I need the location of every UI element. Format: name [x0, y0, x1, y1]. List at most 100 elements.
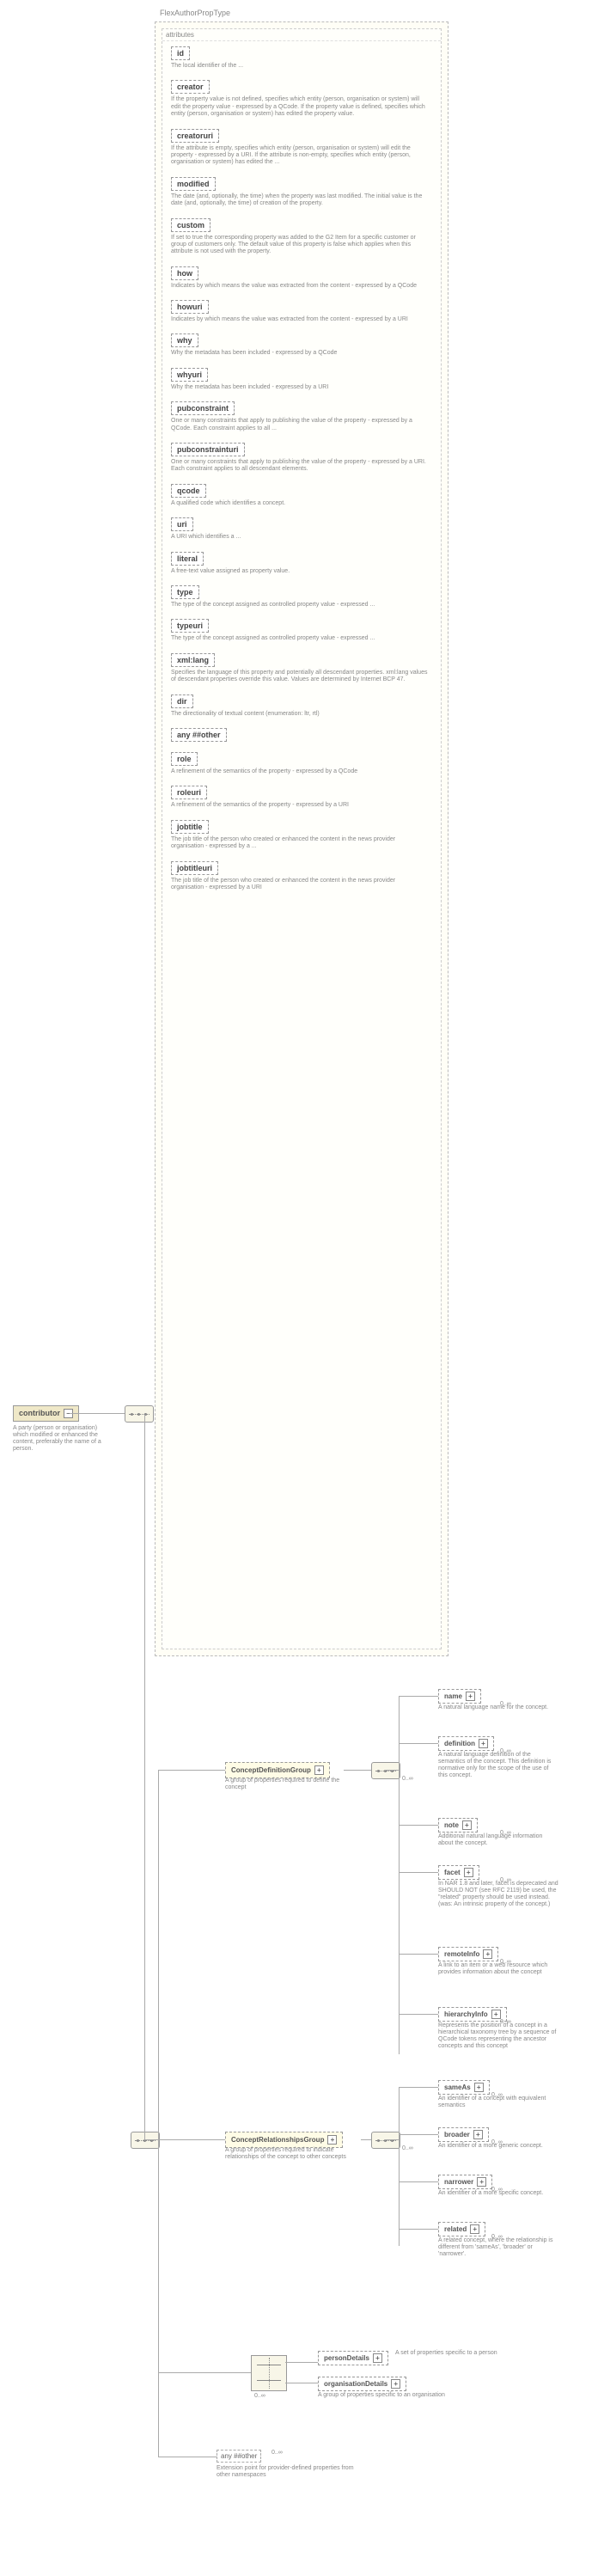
attr-how: howIndicates by which means the value wa… — [171, 266, 432, 290]
attr-desc: Why the metadata has been included - exp… — [171, 384, 429, 391]
attr-name[interactable]: type — [171, 585, 199, 599]
attr-name[interactable]: custom — [171, 218, 210, 232]
attr-name[interactable]: xml:lang — [171, 653, 215, 667]
node-name[interactable]: name+ — [438, 1689, 481, 1704]
attr-desc: The directionality of textual content (e… — [171, 711, 429, 718]
attr-name[interactable]: role — [171, 752, 198, 766]
count-cdef: 0..∞ — [402, 1776, 413, 1782]
attr-name[interactable]: why — [171, 333, 198, 347]
attr-name[interactable]: creator — [171, 80, 210, 94]
expand-icon[interactable]: + — [466, 1692, 475, 1701]
concept-definition-group[interactable]: ConceptDefinitionGroup+ — [225, 1762, 330, 1778]
node-hierarchyInfo[interactable]: hierarchyInfo+ — [438, 2007, 507, 2022]
attr-howuri: howuriIndicates by which means the value… — [171, 300, 432, 323]
attr-creator: creator If the property value is not defi… — [171, 80, 432, 118]
attr-creatoruri: creatoruriIf the attribute is empty, spe… — [171, 129, 432, 167]
node-facet[interactable]: facet+ — [438, 1865, 479, 1880]
desc-related: A related concept, where the relationshi… — [438, 2237, 558, 2258]
expand-icon[interactable]: + — [314, 1765, 324, 1775]
expand-icon[interactable]: + — [373, 2353, 382, 2363]
attr-name[interactable]: jobtitle — [171, 820, 209, 834]
contributor-root[interactable]: contributor− — [13, 1405, 79, 1422]
attr-name[interactable]: typeuri — [171, 619, 209, 633]
attr-name[interactable]: pubconstraint — [171, 401, 235, 415]
attr-name[interactable]: any ##other — [171, 728, 227, 742]
expand-icon[interactable]: + — [473, 2130, 483, 2139]
desc-hierarchyInfo: Represents the position of a concept in … — [438, 2022, 558, 2050]
attr-name[interactable]: modified — [171, 177, 216, 191]
attr-desc: The date (and, optionally, the time) whe… — [171, 193, 429, 208]
attr-uri: uriA URI which identifies a ... — [171, 517, 432, 541]
attr-desc: Why the metadata has been included - exp… — [171, 350, 429, 357]
count-choice: 0..∞ — [254, 2393, 265, 2399]
attr-any---other: any ##other — [171, 728, 432, 742]
cdef-desc: A group of properties required to define… — [225, 1778, 354, 1791]
attr-name[interactable]: id — [171, 46, 190, 60]
expand-icon[interactable]: + — [479, 1739, 488, 1748]
node-note[interactable]: note+ — [438, 1818, 478, 1833]
node-narrower[interactable]: narrower+ — [438, 2175, 492, 2189]
attr-jobtitleuri: jobtitleuri The job title of the person w… — [171, 861, 432, 892]
count: 0..∞ — [491, 2139, 503, 2145]
extension-any-other[interactable]: any ##other — [217, 2450, 261, 2463]
attr-typeuri: typeuriThe type of the concept assigned … — [171, 619, 432, 642]
desc-note: Additional natural language information … — [438, 1833, 558, 1847]
attr-name[interactable]: creatoruri — [171, 129, 219, 143]
extension-desc: Extension point for provider-defined pro… — [217, 2465, 363, 2479]
sequence-joint-root — [125, 1405, 154, 1423]
sequence-joint-lower — [131, 2132, 160, 2149]
attr-pubconstraint: pubconstraintOne or many constraints tha… — [171, 401, 432, 432]
attributes-header: attributes — [162, 29, 441, 41]
node-sameAs[interactable]: sameAs+ — [438, 2080, 490, 2095]
crel-desc: A group of properties required to indica… — [225, 2147, 354, 2161]
attr-name[interactable]: howuri — [171, 300, 209, 314]
node-definition[interactable]: definition+ — [438, 1736, 494, 1751]
attr-id: idThe local identifier of the ... — [171, 46, 432, 70]
node-broader[interactable]: broader+ — [438, 2127, 489, 2142]
attr-name[interactable]: whyuri — [171, 368, 208, 382]
attr-type: typeThe type of the concept assigned as … — [171, 585, 432, 609]
expand-icon[interactable]: + — [327, 2135, 337, 2145]
expand-icon[interactable]: + — [483, 1949, 492, 1959]
count: 0..∞ — [491, 2187, 503, 2193]
desc-definition: A natural language definition of the sem… — [438, 1752, 558, 1779]
expand-icon[interactable]: + — [474, 2083, 484, 2092]
expand-icon[interactable]: + — [391, 2379, 400, 2389]
attr-name[interactable]: pubconstrainturi — [171, 443, 245, 456]
expand-icon[interactable]: + — [464, 1868, 473, 1877]
type-label: FlexAuthorPropType — [160, 9, 230, 17]
attr-dir: dir The directionality of textual content… — [171, 694, 432, 718]
count-ext: 0..∞ — [271, 2450, 283, 2456]
expand-icon[interactable]: + — [470, 2224, 479, 2234]
attr-jobtitle: jobtitleThe job title of the person who … — [171, 820, 432, 851]
organisation-details[interactable]: organisationDetails+ — [318, 2377, 406, 2391]
desc-name: A natural language name for the concept. — [438, 1704, 558, 1711]
attr-desc: The job title of the person who created … — [171, 878, 429, 892]
count: 0..∞ — [500, 1877, 511, 1883]
count: 0..∞ — [500, 1701, 511, 1707]
attr-custom: customIf set to true the corresponding p… — [171, 218, 432, 256]
attr-name[interactable]: dir — [171, 694, 193, 708]
contributor-label: contributor — [19, 1409, 60, 1417]
attr-roleuri: roleuriA refinement of the semantics of … — [171, 786, 432, 809]
count: 0..∞ — [500, 1748, 511, 1754]
attr-qcode: qcodeA qualified code which identifies a… — [171, 484, 432, 507]
attr-xml-lang: xml:langSpecifies the language of this p… — [171, 653, 432, 684]
attr-name[interactable]: uri — [171, 517, 193, 531]
contributor-desc: A party (person or organisation) which m… — [13, 1425, 107, 1453]
attr-name[interactable]: how — [171, 266, 198, 280]
expand-icon[interactable]: + — [491, 2010, 501, 2019]
attr-name[interactable]: jobtitleuri — [171, 861, 218, 875]
expand-icon[interactable]: + — [477, 2177, 486, 2187]
attr-modified: modified The date (and, optionally, the t… — [171, 177, 432, 208]
attr-name[interactable]: roleuri — [171, 786, 207, 799]
node-remoteInfo[interactable]: remoteInfo+ — [438, 1947, 498, 1961]
concept-relationships-group[interactable]: ConceptRelationshipsGroup+ — [225, 2132, 343, 2148]
attr-why: why Why the metadata has been included - … — [171, 333, 432, 357]
person-details[interactable]: personDetails+ — [318, 2351, 388, 2365]
attr-name[interactable]: literal — [171, 552, 204, 566]
attr-desc: If the property value is not defined, sp… — [171, 96, 429, 118]
attr-name[interactable]: qcode — [171, 484, 206, 498]
node-related[interactable]: related+ — [438, 2222, 485, 2236]
expand-icon[interactable]: + — [462, 1820, 472, 1830]
